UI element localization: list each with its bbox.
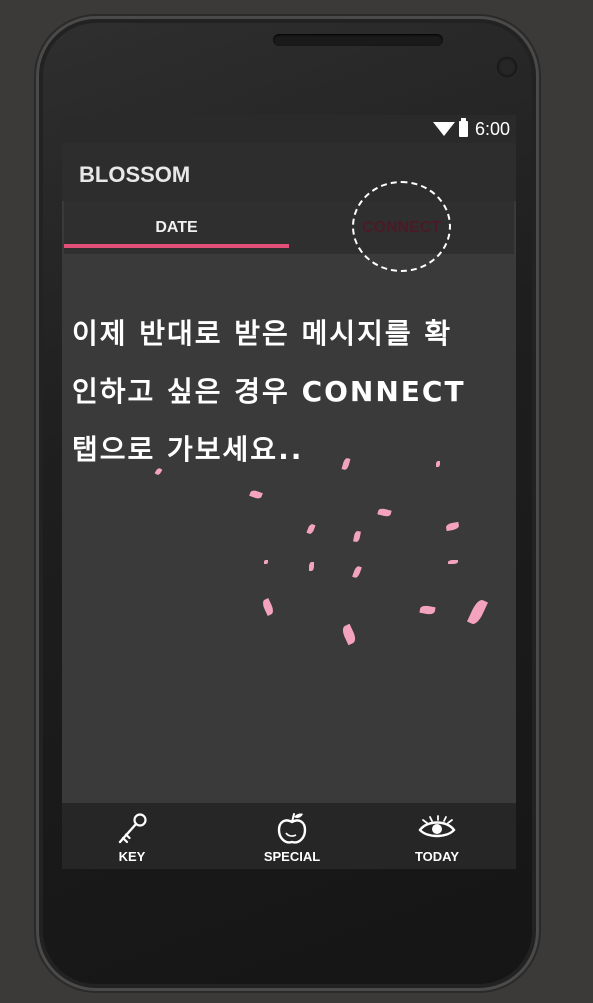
nav-today-label: TODAY bbox=[414, 849, 460, 864]
nav-today[interactable]: TODAY bbox=[382, 803, 492, 869]
petal bbox=[340, 623, 358, 646]
app-bar: BLOSSOM bbox=[62, 143, 516, 201]
app-title: BLOSSOM bbox=[79, 162, 191, 187]
petal bbox=[436, 461, 440, 467]
petal bbox=[264, 560, 268, 564]
petal bbox=[467, 597, 488, 627]
bottom-navigation: KEY SPECIAL TODAY bbox=[62, 803, 516, 869]
petal bbox=[306, 523, 316, 535]
front-camera bbox=[497, 57, 517, 77]
nav-key-label: KEY bbox=[118, 849, 146, 864]
nav-key[interactable]: KEY bbox=[77, 803, 187, 869]
nav-special[interactable]: SPECIAL bbox=[237, 803, 347, 869]
nav-special-label: SPECIAL bbox=[263, 849, 321, 864]
eye-icon bbox=[417, 811, 457, 847]
app-screen: 6:00 BLOSSOM DATE CONNECT 이제 반대로 받은 메시지를… bbox=[62, 115, 516, 869]
petal bbox=[445, 521, 460, 532]
apple-icon bbox=[274, 811, 310, 847]
petal bbox=[249, 489, 263, 500]
petal bbox=[377, 507, 392, 518]
message-line-2: 인하고 싶은 경우 CONNECT bbox=[72, 375, 466, 408]
petal bbox=[353, 530, 361, 543]
tutorial-highlight-circle bbox=[352, 181, 451, 272]
tutorial-message: 이제 반대로 받은 메시지를 확 인하고 싶은 경우 CONNECT 탭으로 가… bbox=[72, 305, 512, 479]
petal bbox=[352, 565, 362, 579]
petal bbox=[419, 604, 436, 616]
petal bbox=[309, 562, 314, 571]
petal bbox=[260, 598, 276, 616]
petal bbox=[448, 560, 458, 564]
key-icon bbox=[114, 811, 150, 847]
message-line-1: 이제 반대로 받은 메시지를 확 bbox=[72, 317, 453, 350]
status-time: 6:00 bbox=[474, 118, 510, 139]
battery-icon bbox=[458, 118, 468, 137]
wifi-icon bbox=[432, 122, 455, 136]
status-bar: 6:00 bbox=[62, 115, 516, 143]
tab-indicator bbox=[64, 244, 289, 248]
message-line-3: 탭으로 가보세요.. bbox=[72, 433, 304, 466]
speaker-grille bbox=[273, 34, 443, 46]
